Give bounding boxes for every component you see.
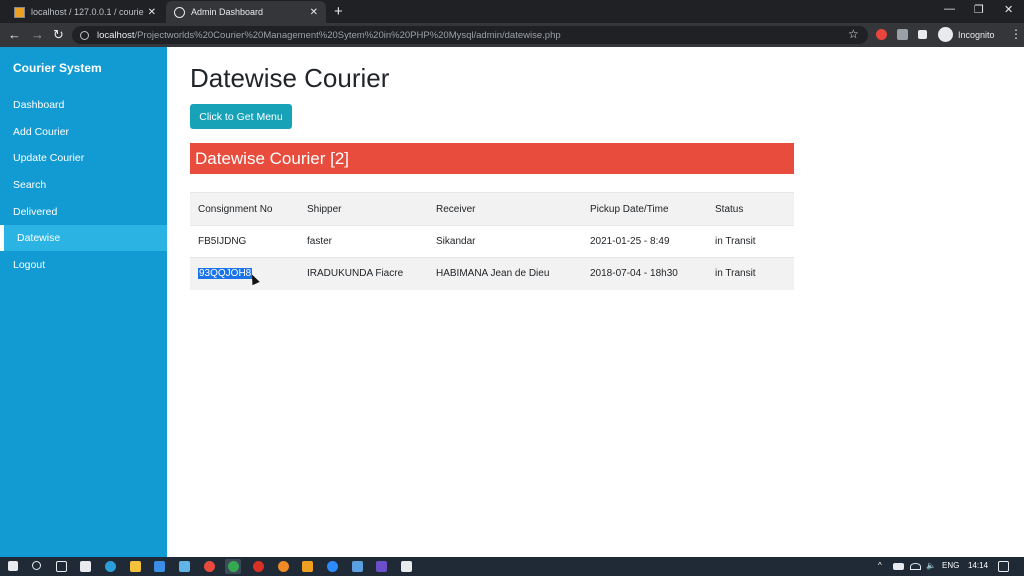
browser-toolbar: ← → ↻ localhost/Projectworlds%20Courier%… bbox=[0, 23, 1024, 47]
reload-icon[interactable]: ↻ bbox=[53, 27, 64, 43]
taskbar: ^ 🔈 ENG 14:14 bbox=[0, 557, 1024, 576]
close-icon[interactable]: ✕ bbox=[148, 7, 156, 18]
zoom-icon[interactable] bbox=[327, 561, 338, 572]
clock[interactable]: 14:14 bbox=[968, 561, 988, 570]
forward-icon[interactable]: → bbox=[31, 27, 44, 42]
firefox-icon[interactable] bbox=[278, 561, 289, 572]
app-icon[interactable] bbox=[204, 561, 215, 572]
column-header: Receiver bbox=[428, 192, 582, 226]
incognito-label: Incognito bbox=[958, 29, 995, 40]
column-header: Status bbox=[707, 192, 794, 226]
extension-icon[interactable] bbox=[897, 29, 908, 40]
incognito-indicator[interactable]: Incognito bbox=[938, 27, 995, 42]
column-header: Shipper bbox=[299, 192, 428, 226]
sidebar-item-dashboard[interactable]: Dashboard bbox=[0, 92, 167, 118]
bookmark-star-icon[interactable]: ☆ bbox=[848, 27, 859, 41]
result-banner: Datewise Courier [2] bbox=[190, 143, 794, 174]
sidebar: Courier System Dashboard Add Courier Upd… bbox=[0, 47, 167, 557]
page: Courier System Dashboard Add Courier Upd… bbox=[0, 47, 1024, 557]
edge-icon[interactable] bbox=[105, 561, 116, 572]
column-header: Consignment No bbox=[190, 192, 299, 226]
url-path: /Projectworlds%20Courier%20Management%20… bbox=[134, 29, 561, 41]
address-bar[interactable]: localhost/Projectworlds%20Courier%20Mana… bbox=[72, 26, 868, 44]
consignment-cell: 93QQJOH8 bbox=[190, 257, 299, 290]
windows-start-icon[interactable] bbox=[8, 561, 18, 571]
sidebar-item-datewise[interactable]: Datewise bbox=[0, 225, 167, 251]
incognito-icon bbox=[938, 27, 953, 42]
task-view-icon[interactable] bbox=[56, 561, 67, 572]
wifi-icon[interactable] bbox=[910, 563, 921, 570]
file-explorer-icon[interactable] bbox=[130, 561, 141, 572]
pickup-cell: 2018-07-04 - 18h30 bbox=[582, 257, 707, 290]
consignment-cell: FB5IJDNG bbox=[190, 225, 299, 258]
globe-icon bbox=[174, 6, 185, 18]
browser-tab-bar: localhost / 127.0.0.1 / courier_db ✕ Adm… bbox=[0, 0, 1024, 23]
table-row: FB5IJDNG faster Sikandar 2021-01-25 - 8:… bbox=[190, 225, 794, 258]
shipper-cell: faster bbox=[299, 225, 428, 258]
battery-icon[interactable] bbox=[893, 563, 904, 570]
status-cell: in Transit bbox=[707, 225, 794, 258]
opera-icon[interactable] bbox=[253, 561, 264, 572]
receiver-cell: Sikandar bbox=[428, 225, 582, 258]
sidebar-item-search[interactable]: Search bbox=[0, 172, 167, 198]
app-icon[interactable] bbox=[401, 561, 412, 572]
app-icon[interactable] bbox=[376, 561, 387, 572]
browser-tab-phpmyadmin[interactable]: localhost / 127.0.0.1 / courier_db ✕ bbox=[6, 1, 164, 23]
chrome-icon bbox=[228, 561, 239, 572]
brand[interactable]: Courier System bbox=[13, 61, 102, 75]
new-tab-icon[interactable]: + bbox=[334, 3, 343, 20]
table-header-row: Consignment No Shipper Receiver Pickup D… bbox=[190, 192, 794, 226]
table-row: 93QQJOH8 IRADUKUNDA Fiacre HABIMANA Jean… bbox=[190, 257, 794, 290]
info-icon[interactable] bbox=[80, 30, 89, 40]
chevron-up-icon[interactable]: ^ bbox=[878, 561, 882, 570]
phpmyadmin-icon bbox=[14, 6, 25, 18]
get-menu-button[interactable]: Click to Get Menu bbox=[190, 104, 292, 129]
sidebar-item-add-courier[interactable]: Add Courier bbox=[0, 119, 167, 145]
extension-icon[interactable] bbox=[876, 29, 887, 40]
store-icon[interactable] bbox=[80, 561, 91, 572]
mail-icon[interactable] bbox=[154, 561, 165, 572]
back-icon[interactable]: ← bbox=[8, 27, 21, 42]
url-host: localhost bbox=[97, 29, 135, 41]
sidebar-item-delivered[interactable]: Delivered bbox=[0, 199, 167, 225]
pickup-cell: 2021-01-25 - 8:49 bbox=[582, 225, 707, 258]
sidebar-item-update-courier[interactable]: Update Courier bbox=[0, 145, 167, 171]
search-icon[interactable] bbox=[32, 561, 41, 570]
language-indicator[interactable]: ENG bbox=[942, 561, 959, 570]
receiver-cell: HABIMANA Jean de Dieu bbox=[428, 257, 582, 290]
minimize-icon[interactable]: — bbox=[944, 3, 955, 15]
status-cell: in Transit bbox=[707, 257, 794, 290]
column-header: Pickup Date/Time bbox=[582, 192, 707, 226]
volume-icon[interactable]: 🔈 bbox=[926, 561, 936, 570]
puzzle-icon[interactable] bbox=[918, 30, 927, 39]
browser-menu-icon[interactable]: ⋮ bbox=[1010, 27, 1022, 41]
tab-title: Admin Dashboard bbox=[191, 7, 264, 17]
browser-tab-admin-dashboard[interactable]: Admin Dashboard ✕ bbox=[166, 1, 326, 23]
window-close-icon[interactable]: ✕ bbox=[1004, 3, 1013, 16]
tab-title: localhost / 127.0.0.1 / courier_db bbox=[31, 7, 144, 17]
notifications-icon[interactable] bbox=[998, 561, 1009, 572]
restore-icon[interactable]: ❐ bbox=[974, 3, 984, 16]
courier-table: Consignment No Shipper Receiver Pickup D… bbox=[190, 192, 794, 290]
selected-text[interactable]: 93QQJOH8 bbox=[198, 268, 253, 280]
sidebar-item-logout[interactable]: Logout bbox=[0, 252, 167, 278]
app-icon[interactable] bbox=[352, 561, 363, 572]
page-title: Datewise Courier bbox=[190, 63, 390, 93]
app-icon[interactable] bbox=[179, 561, 190, 572]
close-icon[interactable]: ✕ bbox=[310, 7, 318, 18]
xampp-icon[interactable] bbox=[302, 561, 313, 572]
shipper-cell: IRADUKUNDA Fiacre bbox=[299, 257, 428, 290]
